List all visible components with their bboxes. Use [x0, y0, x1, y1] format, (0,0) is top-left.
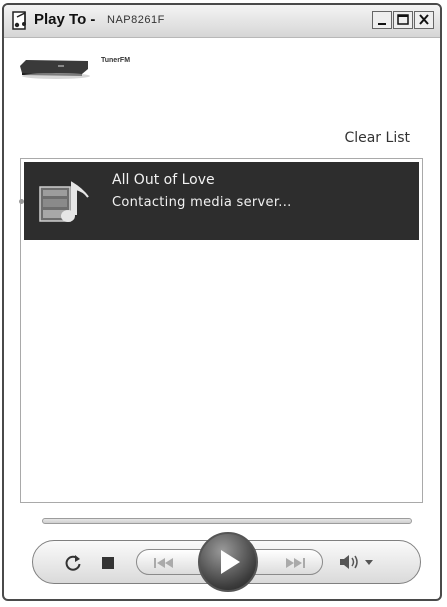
- seek-bar[interactable]: [42, 518, 412, 524]
- close-icon: [419, 14, 429, 25]
- maximize-button[interactable]: [393, 11, 413, 29]
- chevron-down-icon: [365, 560, 373, 565]
- next-icon: [286, 558, 305, 568]
- title-bar[interactable]: Play To - NAP8261F: [4, 5, 440, 38]
- play-button[interactable]: [198, 532, 258, 592]
- device-name: TunerFM: [101, 57, 131, 64]
- playlist: All Out of Love Contacting media server.…: [19, 158, 423, 503]
- stop-icon[interactable]: [101, 556, 115, 570]
- playback-controls: [32, 532, 421, 592]
- device-header: TunerFM: [4, 38, 440, 108]
- clear-list-link[interactable]: Clear List: [344, 130, 410, 146]
- playlist-item[interactable]: All Out of Love Contacting media server.…: [19, 162, 419, 240]
- track-status: Contacting media server...: [112, 195, 292, 210]
- music-file-icon: [39, 181, 89, 222]
- play-to-window: Play To - NAP8261F TunerFM Clear List Al…: [2, 3, 442, 601]
- window-title: Play To -: [34, 11, 96, 28]
- window-device-label: NAP8261F: [107, 14, 165, 26]
- next-button[interactable]: [251, 549, 323, 575]
- app-icon: [12, 11, 26, 30]
- previous-button[interactable]: [136, 549, 206, 575]
- repeat-icon[interactable]: [63, 553, 83, 573]
- minimize-icon: [378, 23, 386, 25]
- minimize-button[interactable]: [372, 11, 392, 29]
- maximize-icon: [397, 14, 409, 25]
- drag-handle: [19, 199, 24, 204]
- window-controls: [371, 11, 434, 29]
- previous-icon: [154, 558, 173, 568]
- device-image: [20, 60, 90, 79]
- volume-icon: [340, 555, 373, 569]
- track-title: All Out of Love: [112, 172, 215, 188]
- play-icon: [221, 550, 240, 574]
- close-button[interactable]: [414, 11, 434, 29]
- volume-button[interactable]: [338, 552, 376, 572]
